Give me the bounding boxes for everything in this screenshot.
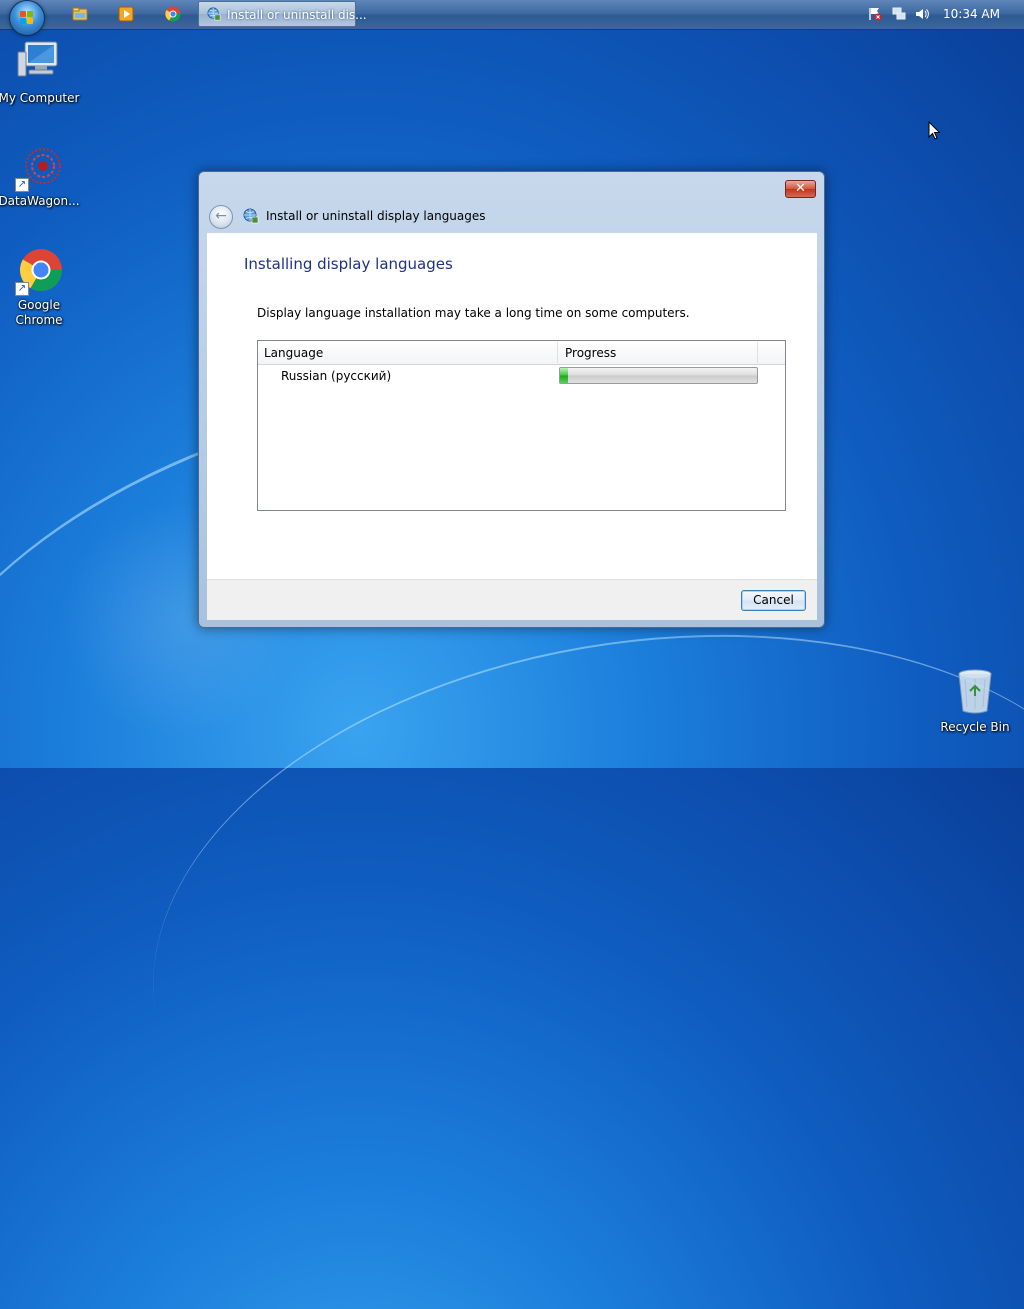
install-languages-dialog: ✕ ← Install or uninstall display languag… [198, 171, 825, 628]
shortcut-arrow-icon: ↗ [15, 178, 29, 192]
desktop-icon-label: DataWagon... [0, 194, 80, 208]
mouse-cursor-icon [928, 121, 941, 140]
language-name: Russian (русский) [281, 369, 392, 383]
column-header-progress[interactable]: Progress [565, 346, 616, 360]
list-header: Language Progress [258, 341, 785, 365]
desktop-icon-label: Google Chrome [15, 298, 63, 327]
language-globe-icon [207, 7, 221, 21]
windows-flag-icon [20, 11, 34, 25]
chrome-icon[interactable] [165, 6, 181, 22]
dialog-content: Installing display languages Display lan… [207, 233, 817, 579]
desktop-icon-label: My Computer [0, 91, 80, 105]
back-arrow-icon[interactable]: ← [209, 205, 233, 229]
column-divider[interactable] [557, 342, 558, 363]
dialog-title: Install or uninstall display languages [266, 209, 486, 223]
taskbar-task-language-installer[interactable]: Install or uninstall dis... [198, 1, 367, 27]
datawagon-icon: ↗ [15, 144, 63, 192]
close-button[interactable]: ✕ [785, 180, 816, 198]
network-icon[interactable] [892, 7, 906, 21]
windows-explorer-icon[interactable] [72, 6, 88, 22]
language-list[interactable]: Language Progress Russian (русский) [257, 340, 786, 511]
taskbar: Install or uninstall dis... 10:34 AM [0, 0, 1024, 36]
desktop-icon-label: Recycle Bin [940, 720, 1010, 734]
column-header-language[interactable]: Language [264, 346, 323, 360]
start-button[interactable] [9, 0, 45, 36]
desktop-icon-google-chrome[interactable]: ↗ Google Chrome [0, 248, 80, 328]
shortcut-arrow-icon: ↗ [15, 282, 29, 296]
desktop-icon-datawagon[interactable]: ↗ DataWagon... [0, 144, 80, 209]
install-progress-bar [559, 367, 758, 384]
recycle-bin-icon [958, 669, 992, 714]
language-globe-icon [243, 208, 259, 224]
progress-fill [560, 368, 568, 383]
media-player-icon[interactable] [118, 6, 134, 22]
description-text: Display language installation may take a… [257, 306, 690, 320]
taskbar-clock[interactable]: 10:34 AM [943, 7, 1000, 21]
cancel-button[interactable]: Cancel [741, 590, 806, 611]
chrome-icon: ↗ [15, 248, 63, 296]
volume-icon[interactable] [915, 7, 929, 21]
column-divider[interactable] [757, 342, 758, 363]
dialog-footer: Cancel [207, 579, 817, 620]
computer-icon [17, 41, 58, 77]
desktop-icon-my-computer[interactable]: My Computer [0, 38, 80, 106]
page-heading: Installing display languages [244, 255, 453, 273]
action-center-flag-icon[interactable] [868, 7, 882, 21]
taskbar-task-label: Install or uninstall dis... [227, 8, 367, 22]
desktop-icon-recycle-bin[interactable]: Recycle Bin [934, 667, 1016, 735]
